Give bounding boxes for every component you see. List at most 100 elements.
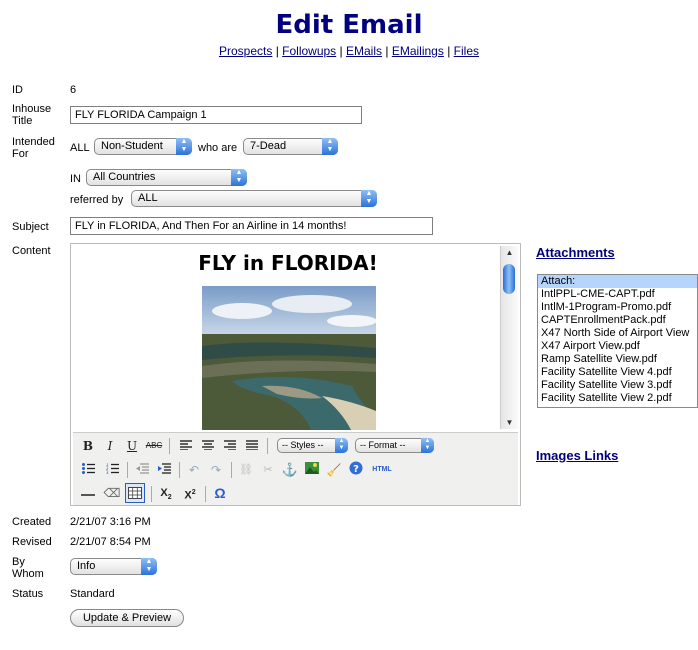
horizontal-rule-icon[interactable] bbox=[79, 484, 97, 502]
align-center-icon[interactable] bbox=[199, 437, 217, 455]
inhouse-title-label-1: Inhouse bbox=[12, 103, 52, 115]
toolbar-divider bbox=[205, 486, 206, 502]
select-arrows-icon: ▲ ▼ bbox=[421, 438, 434, 453]
status-filter-select[interactable]: 7-Dead ▲ ▼ bbox=[243, 138, 338, 155]
created-label: Created bbox=[12, 516, 52, 528]
align-right-icon[interactable] bbox=[221, 437, 239, 455]
aerial-photo-image bbox=[202, 286, 376, 430]
unlink-icon[interactable]: ✂ bbox=[259, 461, 277, 479]
attachment-item[interactable]: Ramp Satellite View.pdf bbox=[538, 353, 697, 366]
attachment-item[interactable]: IntlPPL-CME-CAPT.pdf bbox=[538, 288, 697, 301]
nav-link-followups[interactable]: Followups bbox=[282, 44, 336, 58]
top-nav: Prospects | Followups | EMails | EMailin… bbox=[0, 44, 698, 58]
all-text: ALL bbox=[70, 142, 90, 154]
insert-image-icon[interactable] bbox=[303, 461, 321, 479]
status-label: Status bbox=[12, 588, 44, 600]
select-arrows-icon: ▲ ▼ bbox=[141, 558, 157, 575]
country-select[interactable]: All Countries ▲ ▼ bbox=[86, 169, 247, 186]
select-arrows-icon: ▲ ▼ bbox=[231, 169, 247, 186]
align-justify-icon[interactable] bbox=[243, 437, 261, 455]
undo-icon[interactable]: ↶ bbox=[185, 461, 203, 479]
html-source-button[interactable]: HTML bbox=[369, 461, 395, 479]
subject-input[interactable]: FLY in FLORIDA, And Then For an Airline … bbox=[70, 217, 433, 235]
styles-select[interactable]: -- Styles -- ▲ ▼ bbox=[277, 438, 348, 453]
italic-icon[interactable]: I bbox=[101, 437, 119, 455]
scroll-thumb[interactable] bbox=[503, 264, 515, 294]
editor-content-area[interactable]: FLY in FLORIDA! bbox=[77, 248, 499, 430]
inhouse-title-input[interactable]: FLY FLORIDA Campaign 1 bbox=[70, 106, 362, 124]
referred-by-value: ALL bbox=[138, 192, 158, 204]
special-character-icon[interactable]: Ω bbox=[211, 484, 229, 502]
nav-link-files[interactable]: Files bbox=[454, 44, 479, 58]
editor-toolbar: B I U ABC -- Styles -- ▲ ▼ -- Format -- ▲… bbox=[73, 432, 518, 505]
by-whom-select-value: Info bbox=[77, 560, 96, 572]
link-icon[interactable]: ⛓ bbox=[237, 461, 255, 479]
align-left-icon[interactable] bbox=[177, 437, 195, 455]
styles-select-value: -- Styles -- bbox=[282, 440, 324, 450]
attachments-listbox[interactable]: Attach: IntlPPL-CME-CAPT.pdf IntlM-1Prog… bbox=[537, 274, 698, 408]
anchor-icon[interactable]: ⚓ bbox=[281, 461, 299, 479]
audience-select-value: Non-Student bbox=[101, 140, 163, 152]
id-value: 6 bbox=[70, 84, 77, 96]
attachment-item[interactable]: Facility Satellite View 2.pdf bbox=[538, 392, 697, 405]
nav-link-prospects[interactable]: Prospects bbox=[219, 44, 272, 58]
toolbar-divider bbox=[127, 462, 128, 478]
format-select[interactable]: -- Format -- ▲ ▼ bbox=[355, 438, 434, 453]
status-filter-value: 7-Dead bbox=[250, 140, 287, 152]
attachment-item[interactable]: Facility Satellite View 3.pdf bbox=[538, 379, 697, 392]
by-whom-label-2: Whom bbox=[12, 568, 44, 580]
referred-by-select[interactable]: ALL ▲ ▼ bbox=[131, 190, 377, 207]
scroll-down-arrow-icon[interactable]: ▼ bbox=[501, 418, 518, 427]
superscript-icon[interactable]: X2 bbox=[181, 484, 199, 502]
underline-icon[interactable]: U bbox=[123, 437, 141, 455]
cleanup-brush-icon[interactable]: 🧹 bbox=[325, 461, 343, 479]
images-links-heading[interactable]: Images Links bbox=[536, 448, 618, 463]
audience-select[interactable]: Non-Student ▲ ▼ bbox=[94, 138, 192, 155]
insert-table-icon[interactable] bbox=[125, 483, 145, 503]
attachment-item[interactable]: X47 North Side of Airport View bbox=[538, 327, 697, 340]
editor-scrollbar[interactable]: ▲ ▼ bbox=[500, 246, 518, 429]
select-arrows-icon: ▲ ▼ bbox=[176, 138, 192, 155]
select-arrows-icon: ▲ ▼ bbox=[361, 190, 377, 207]
in-text: IN bbox=[70, 173, 81, 185]
attachments-heading[interactable]: Attachments bbox=[536, 245, 615, 260]
help-icon[interactable]: ? bbox=[347, 461, 365, 479]
nav-separator: | bbox=[447, 44, 451, 58]
nav-link-emails[interactable]: EMails bbox=[346, 44, 382, 58]
referred-by-text: referred by bbox=[70, 194, 124, 206]
by-whom-select[interactable]: Info ▲ ▼ bbox=[70, 558, 157, 575]
select-arrows-icon: ▲ ▼ bbox=[322, 138, 338, 155]
attachment-item[interactable]: CAPTEnrollmentPack.pdf bbox=[538, 314, 697, 327]
intended-for-label-1: Intended bbox=[12, 136, 55, 148]
strikethrough-icon[interactable]: ABC bbox=[145, 437, 163, 455]
attachment-item[interactable]: Attach: bbox=[538, 275, 697, 288]
rich-text-editor: FLY in FLORIDA! ▲ ▼ B I U ABC -- Styles … bbox=[70, 243, 521, 506]
select-arrows-icon: ▲ ▼ bbox=[335, 438, 348, 453]
update-preview-button[interactable]: Update & Preview bbox=[70, 609, 184, 627]
created-value: 2/21/07 3:16 PM bbox=[70, 516, 151, 528]
id-label: ID bbox=[12, 84, 23, 96]
redo-icon[interactable]: ↷ bbox=[207, 461, 225, 479]
intended-for-label-2: For bbox=[12, 148, 29, 160]
nav-link-emailings[interactable]: EMailings bbox=[392, 44, 444, 58]
eraser-icon[interactable]: ⌫ bbox=[103, 484, 121, 502]
numbered-list-icon[interactable]: 123 bbox=[103, 461, 121, 479]
revised-label: Revised bbox=[12, 536, 52, 548]
revised-value: 2/21/07 8:54 PM bbox=[70, 536, 151, 548]
outdent-icon[interactable] bbox=[133, 461, 151, 479]
toolbar-divider bbox=[151, 486, 152, 502]
scroll-up-arrow-icon[interactable]: ▲ bbox=[501, 248, 518, 257]
nav-separator: | bbox=[385, 44, 389, 58]
subscript-icon[interactable]: X2 bbox=[157, 484, 175, 502]
attachment-item[interactable]: Facility Satellite View 4.pdf bbox=[538, 366, 697, 379]
attachment-item[interactable]: IntlM-1Program-Promo.pdf bbox=[538, 301, 697, 314]
toolbar-divider bbox=[231, 462, 232, 478]
attachment-item[interactable]: X47 Airport View.pdf bbox=[538, 340, 697, 353]
country-select-value: All Countries bbox=[93, 171, 156, 183]
page-title: Edit Email bbox=[275, 10, 423, 40]
subject-label: Subject bbox=[12, 221, 49, 233]
bold-icon[interactable]: B bbox=[79, 437, 97, 455]
toolbar-divider bbox=[169, 438, 170, 454]
bullet-list-icon[interactable] bbox=[79, 461, 97, 479]
indent-icon[interactable] bbox=[155, 461, 173, 479]
